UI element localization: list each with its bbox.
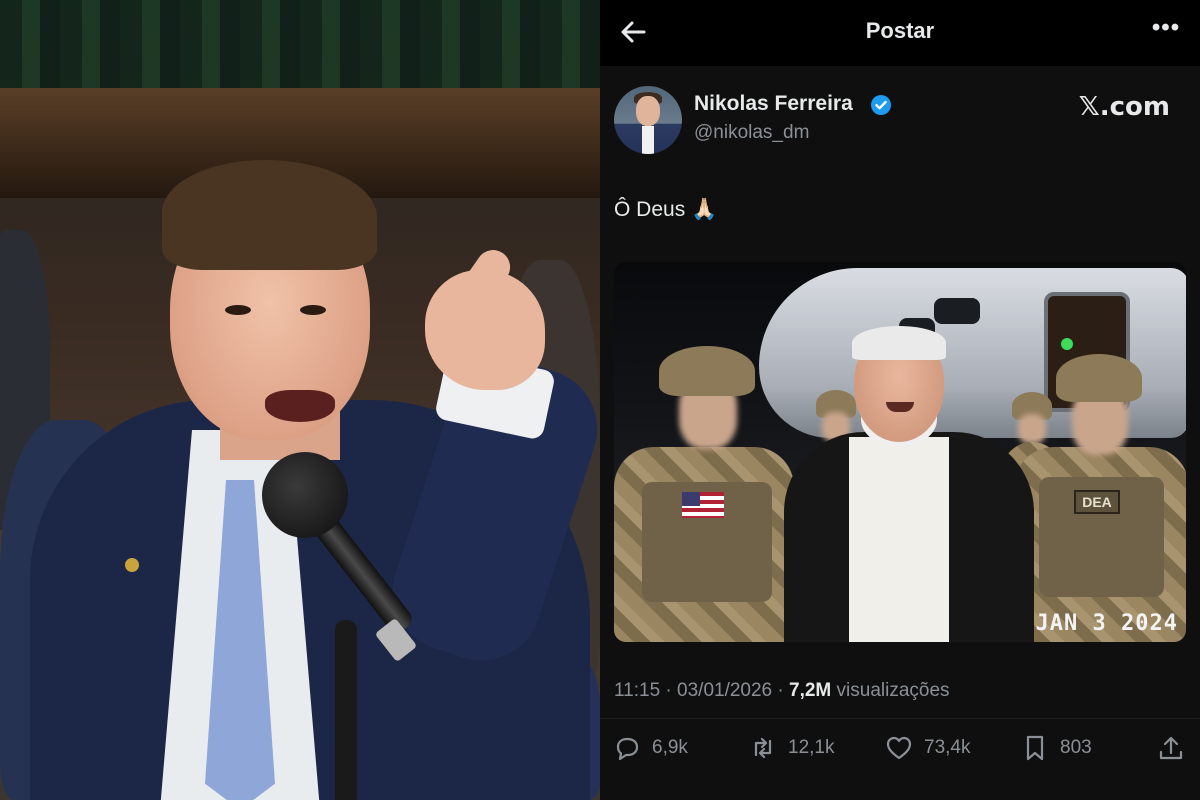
x-brand-watermark: 𝕏.com [1078, 92, 1170, 122]
views-label: visualizações [836, 680, 950, 701]
microphone [262, 452, 348, 538]
post-text: Ô Deus 🙏🏻 [614, 198, 718, 221]
date-stamp: JAN 3 2024 [1035, 611, 1178, 636]
eye [225, 305, 251, 315]
plane-window [934, 298, 980, 324]
left-photo [0, 0, 600, 800]
us-flag-patch [682, 492, 724, 518]
helmet [659, 346, 755, 396]
divider [600, 718, 1200, 719]
reply-count: 6,9k [652, 737, 688, 758]
action-bar: 6,9k 12,1k 73,4k 803 [600, 728, 1200, 768]
views-count[interactable]: 7,2M [789, 680, 831, 701]
repost-button[interactable]: 12,1k [748, 728, 834, 768]
speaker-hair [162, 160, 377, 270]
white-shirt [849, 437, 949, 642]
like-count: 73,4k [924, 737, 971, 758]
avatar[interactable] [614, 86, 682, 154]
dea-patch: DEA [1074, 490, 1120, 514]
share-button[interactable] [1156, 728, 1186, 768]
microphone-gooseneck [335, 620, 357, 800]
post-panel: Postar ••• Nikolas Ferreira @nikolas_dm … [600, 0, 1200, 800]
author-display-name[interactable]: Nikolas Ferreira [694, 92, 853, 116]
more-options-button[interactable]: ••• [1146, 14, 1186, 50]
bookmark-count: 803 [1060, 737, 1092, 758]
author-handle[interactable]: @nikolas_dm [694, 122, 809, 144]
helmet [1056, 354, 1142, 402]
white-hair [852, 326, 946, 360]
lapel-pin [125, 558, 139, 572]
post-card: Nikolas Ferreira @nikolas_dm 𝕏.com Ô Deu… [600, 66, 1200, 800]
reply-button[interactable]: 6,9k [612, 728, 688, 768]
post-image[interactable]: DEA JAN 3 2024 [614, 262, 1186, 642]
post-meta: 11:15 · 03/01/2026 · 7,2M visualizações [614, 680, 950, 702]
avatar-face [636, 96, 660, 126]
page-title: Postar [865, 18, 935, 43]
plane-light [1061, 338, 1073, 350]
verified-badge-icon [871, 95, 891, 115]
bookmark-icon [1026, 735, 1044, 761]
blurred-face [1018, 414, 1046, 444]
meta-separator: · [777, 680, 784, 701]
post-date[interactable]: 03/01/2026 [677, 680, 772, 701]
eye [300, 305, 326, 315]
top-bar: Postar ••• [600, 0, 1200, 66]
open-mouth [265, 390, 335, 422]
repost-count: 12,1k [788, 737, 835, 758]
heart-icon [886, 736, 912, 760]
post-time[interactable]: 11:15 [614, 680, 660, 701]
like-button[interactable]: 73,4k [884, 728, 970, 768]
bookmark-button[interactable]: 803 [1020, 728, 1092, 768]
gallery-background [0, 0, 600, 90]
share-icon [1159, 736, 1183, 760]
avatar-shirt [642, 126, 654, 154]
meta-separator: · [665, 680, 672, 701]
repost-icon [754, 737, 772, 759]
reply-icon [616, 737, 639, 761]
